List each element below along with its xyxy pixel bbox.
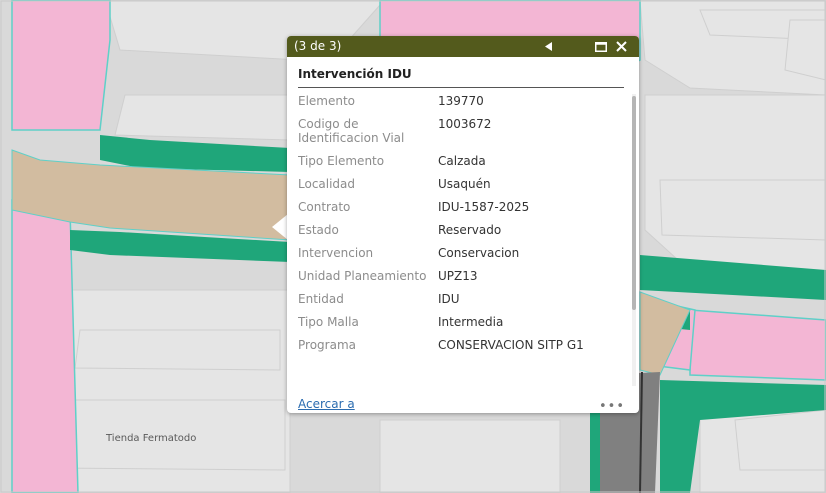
popup-title: Intervención IDU xyxy=(298,67,624,88)
attribute-value: 139770 xyxy=(438,94,484,108)
attribute-label: Contrato xyxy=(298,200,351,214)
attribute-value: CONSERVACION SITP G1 xyxy=(438,338,584,352)
attribute-label: Intervencion xyxy=(298,246,374,260)
close-icon xyxy=(615,41,627,52)
attribute-label: Tipo Malla xyxy=(298,315,359,329)
attribute-value: IDU-1587-2025 xyxy=(438,200,530,214)
attribute-value: Usaquén xyxy=(438,177,491,191)
attribute-label: Elemento xyxy=(298,94,356,108)
attribute-label: Programa xyxy=(298,338,356,352)
triangle-left-icon xyxy=(545,42,552,51)
attribute-table[interactable]: Elemento 139770 Codigo de Identificacion … xyxy=(298,94,628,388)
attribute-value: Intermedia xyxy=(438,315,504,329)
attribute-row: Intervencion Conservacion xyxy=(298,246,628,260)
attribute-value: IDU xyxy=(438,292,460,306)
attribute-label: Estado xyxy=(298,223,339,237)
attribute-row: Localidad Usaquén xyxy=(298,177,628,191)
maximize-button[interactable] xyxy=(593,36,609,57)
attribute-row: Contrato IDU-1587-2025 xyxy=(298,200,628,214)
popup-footer: Acercar a xyxy=(298,397,628,411)
attribute-label: Localidad xyxy=(298,177,356,191)
map-place-label: Tienda Fermatodo xyxy=(106,433,197,444)
attribute-row: Unidad Planeamiento UPZ13 xyxy=(298,269,628,283)
info-popup: (3 de 3) Intervención IDU Elemento 139770… xyxy=(287,36,639,414)
attribute-row: Programa CONSERVACION SITP G1 xyxy=(298,338,628,352)
popup-header: (3 de 3) xyxy=(287,36,639,57)
attribute-row: Entidad IDU xyxy=(298,292,628,306)
scrollbar-thumb[interactable] xyxy=(632,96,636,310)
attribute-row: Estado Reservado xyxy=(298,223,628,237)
attribute-label: Tipo Elemento xyxy=(298,154,385,168)
attribute-row: Codigo de Identificacion Vial 1003672 xyxy=(298,117,628,145)
attribute-value: Reservado xyxy=(438,223,502,237)
more-options-button[interactable]: ••• xyxy=(599,399,625,414)
popup-pointer xyxy=(272,214,288,240)
close-button[interactable] xyxy=(612,36,630,57)
attribute-row: Tipo Elemento Calzada xyxy=(298,154,628,168)
attribute-row: Tipo Malla Intermedia xyxy=(298,315,628,329)
attribute-value: 1003672 xyxy=(438,117,492,131)
maximize-icon xyxy=(595,41,607,52)
attribute-label: Codigo de Identificacion Vial xyxy=(298,117,405,145)
attribute-label: Unidad Planeamiento xyxy=(298,269,427,283)
attribute-value: UPZ13 xyxy=(438,269,478,283)
attribute-label: Entidad xyxy=(298,292,344,306)
popup-scrollbar[interactable] xyxy=(632,94,636,386)
zoom-to-link[interactable]: Acercar a xyxy=(298,397,355,411)
attribute-row: Elemento 139770 xyxy=(298,94,628,108)
attribute-value: Calzada xyxy=(438,154,486,168)
attribute-value: Conservacion xyxy=(438,246,520,260)
feature-counter: (3 de 3) xyxy=(294,39,342,53)
previous-feature-button[interactable] xyxy=(541,36,557,57)
